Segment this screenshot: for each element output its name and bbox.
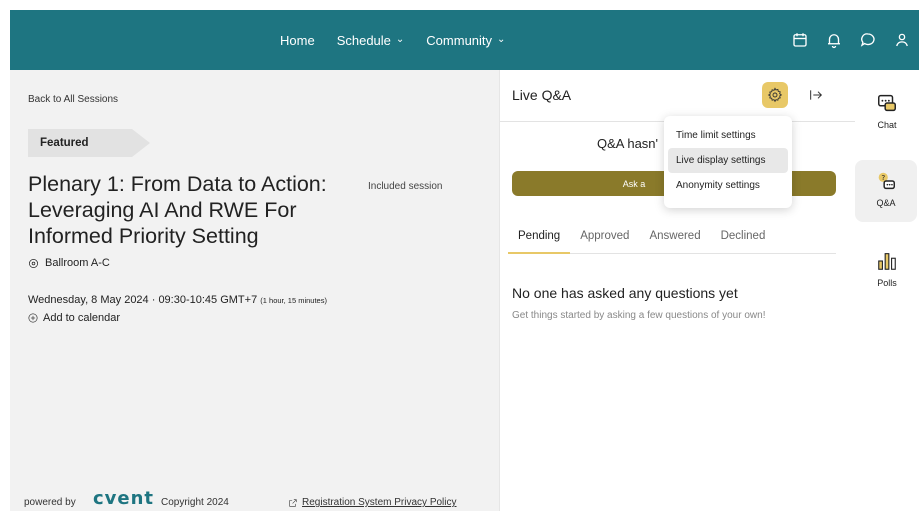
bell-icon[interactable] [817,23,851,57]
nav-home-label: Home [280,32,315,48]
included-session-label: Included session [368,181,443,192]
powered-by-label: powered by [24,497,76,508]
session-location: Ballroom A-C [28,257,110,269]
settings-dropdown-menu: Time limit settings Live display setting… [664,116,792,208]
bar-chart-icon [878,253,896,270]
tab-declined[interactable]: Declined [711,222,776,253]
duration-label: (1 hour, 15 minutes) [260,296,327,305]
rail-qa-label: Q&A [876,198,896,208]
chat-bubble-icon[interactable] [851,23,885,57]
location-pin-icon [29,258,38,268]
add-to-calendar-label: Add to calendar [43,312,121,324]
chevron-down-icon: ⌄ [497,33,506,45]
empty-state-subtitle: Get things started by asking a few quest… [512,310,766,321]
menu-item-time-limit-settings[interactable]: Time limit settings [668,123,788,148]
plus-circle-icon [28,313,38,323]
session-detail-panel: Back to All Sessions Featured Plenary 1:… [10,70,499,511]
session-title: Plenary 1: From Data to Action: Leveragi… [28,172,327,248]
nav-community[interactable]: Community ⌄ [426,33,505,48]
arrow-right-to-line-icon [810,90,823,100]
qa-header: Live Q&A [500,70,855,122]
nav-community-label: Community [426,32,493,48]
chevron-down-icon: ⌄ [395,33,405,45]
privacy-policy-link[interactable]: Registration System Privacy Policy [288,497,457,508]
nav-home[interactable]: Home [280,33,315,48]
tab-pending[interactable]: Pending [508,222,571,254]
user-icon[interactable] [885,23,919,57]
qa-icon: ? [878,172,895,190]
page-footer: powered by cvent Copyright 2024 Registra… [10,488,499,511]
menu-item-live-display-settings[interactable]: Live display settings [668,148,788,173]
qa-title: Live Q&A [512,87,572,103]
featured-badge: Featured [28,129,150,157]
rail-item-polls[interactable]: Polls [855,250,919,300]
copyright-label: Copyright 2024 [161,497,229,508]
privacy-policy-label: Registration System Privacy Policy [302,497,457,508]
top-navigation-bar: Home Schedule ⌄ Community ⌄ [10,10,919,70]
datetime-label: Wednesday, 8 May 2024 · 09:30-10:45 GMT+… [28,294,258,306]
qa-notice: Q&A hasn' [597,136,659,151]
calendar-icon[interactable] [783,23,817,57]
tab-answered[interactable]: Answered [639,222,710,253]
qa-tabs: Pending Approved Answered Declined [508,222,836,254]
add-to-calendar-link[interactable]: Add to calendar [28,312,120,324]
nav-schedule-label: Schedule [336,32,391,48]
featured-label: Featured [40,137,89,149]
header-actions [783,10,919,70]
ask-question-label: Ask a [622,178,646,189]
rail-polls-label: Polls [877,278,897,288]
menu-item-anonymity-settings[interactable]: Anonymity settings [668,173,788,198]
external-link-icon [289,498,297,507]
rail-item-chat[interactable]: Chat [855,92,919,142]
cvent-logo: cvent [93,488,155,509]
rail-chat-label: Chat [877,120,897,130]
tab-approved[interactable]: Approved [570,222,639,253]
session-datetime: Wednesday, 8 May 2024 · 09:30-10:45 GMT+… [28,294,327,306]
empty-state-title: No one has asked any questions yet [512,285,738,301]
nav-schedule[interactable]: Schedule ⌄ [337,33,405,48]
location-label: Ballroom A-C [45,257,110,269]
settings-button[interactable] [762,82,788,108]
back-to-sessions-link[interactable]: Back to All Sessions [28,94,118,105]
rail-item-qa[interactable]: ? Q&A [855,160,917,222]
gear-icon [767,87,783,103]
chat-icon [878,94,896,112]
main-nav: Home Schedule ⌄ Community ⌄ [280,10,527,70]
collapse-panel-button[interactable] [805,84,827,106]
side-rail: Chat ? Q&A Polls [855,70,919,511]
